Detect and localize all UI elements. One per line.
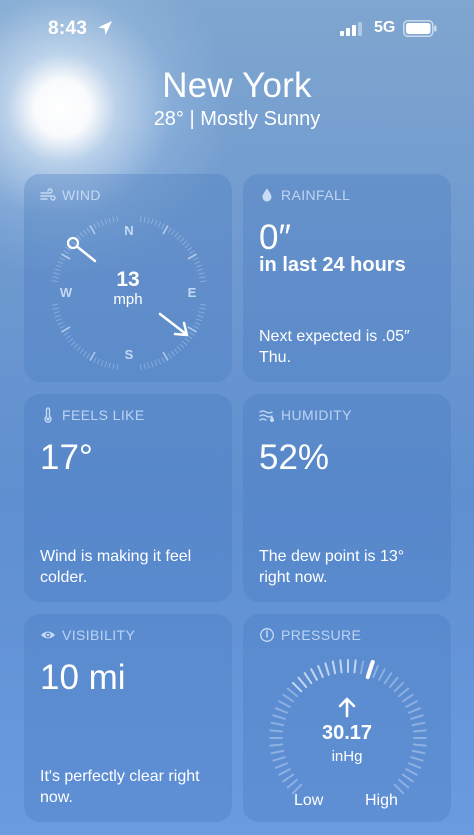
wind-icon bbox=[40, 188, 56, 201]
location-arrow-icon bbox=[98, 21, 112, 35]
pressure-value: 30.17 bbox=[321, 722, 373, 744]
visibility-value: 10 mi bbox=[40, 658, 126, 697]
status-time: 8:43 bbox=[48, 18, 88, 39]
humidity-card-title: HUMIDITY bbox=[281, 407, 352, 423]
visibility-card-title: VISIBILITY bbox=[62, 627, 136, 643]
pressure-card-title: PRESSURE bbox=[281, 627, 362, 643]
humidity-description: The dew point is 13° right now. bbox=[259, 548, 405, 586]
signal-strength-icon bbox=[340, 22, 362, 36]
pressure-indicator bbox=[365, 659, 375, 680]
rainfall-card[interactable]: RAINFALL 0″ in last 24 hours Next expect… bbox=[243, 174, 451, 382]
pressure-card[interactable]: PRESSURE 30.17 inHg Low High bbox=[243, 614, 451, 822]
wind-card[interactable]: WIND N E S W 13 mph bbox=[24, 174, 232, 382]
pressure-card-header: PRESSURE bbox=[259, 627, 361, 643]
current-conditions: 28° | Mostly Sunny bbox=[153, 108, 321, 130]
humidity-card[interactable]: HUMIDITY 52% The dew point is 13° right … bbox=[243, 394, 451, 602]
location-header: New York 28° | Mostly Sunny bbox=[0, 66, 474, 132]
pressure-high-label: High bbox=[365, 792, 398, 809]
network-type: 5G bbox=[374, 19, 396, 36]
wind-card-header: WIND bbox=[40, 187, 101, 203]
rainfall-forecast: Next expected is .05″ Thu. bbox=[259, 328, 410, 366]
pressure-rising-arrow-icon bbox=[338, 697, 356, 718]
wind-speed: 13 bbox=[116, 268, 140, 291]
visibility-card-header: VISIBILITY bbox=[40, 627, 135, 643]
eye-icon bbox=[41, 631, 55, 639]
battery-icon bbox=[403, 20, 437, 37]
compass-south-label: S bbox=[125, 347, 134, 362]
pressure-low-label: Low bbox=[294, 792, 324, 809]
raindrop-icon bbox=[262, 188, 272, 202]
feels-like-description: Wind is making it feel colder. bbox=[40, 548, 192, 586]
pressure-unit: inHg bbox=[331, 748, 363, 765]
visibility-description: It's perfectly clear right now. bbox=[40, 768, 200, 806]
humidity-card-header: HUMIDITY bbox=[259, 407, 352, 423]
wind-speed-unit: mph bbox=[113, 291, 143, 308]
wind-card-title: WIND bbox=[62, 187, 101, 203]
visibility-card[interactable]: VISIBILITY 10 mi It's perfectly clear ri… bbox=[24, 614, 232, 822]
city-name: New York bbox=[162, 66, 312, 105]
rainfall-card-title: RAINFALL bbox=[281, 187, 351, 203]
feels-like-value: 17° bbox=[40, 438, 93, 477]
feels-like-card-title: FEELS LIKE bbox=[62, 407, 145, 423]
humidity-icon bbox=[259, 410, 274, 422]
feels-like-card-header: FEELS LIKE bbox=[40, 407, 145, 423]
status-bar: 8:43 5G bbox=[0, 0, 474, 56]
rainfall-period: in last 24 hours bbox=[259, 254, 406, 276]
compass-north-label: N bbox=[124, 223, 133, 238]
feels-like-card[interactable]: FEELS LIKE 17° Wind is making it feel co… bbox=[24, 394, 232, 602]
gauge-icon bbox=[260, 628, 274, 642]
rainfall-value: 0″ bbox=[259, 218, 291, 257]
humidity-value: 52% bbox=[259, 438, 330, 477]
thermometer-icon bbox=[44, 407, 52, 423]
rainfall-card-header: RAINFALL bbox=[259, 187, 350, 203]
